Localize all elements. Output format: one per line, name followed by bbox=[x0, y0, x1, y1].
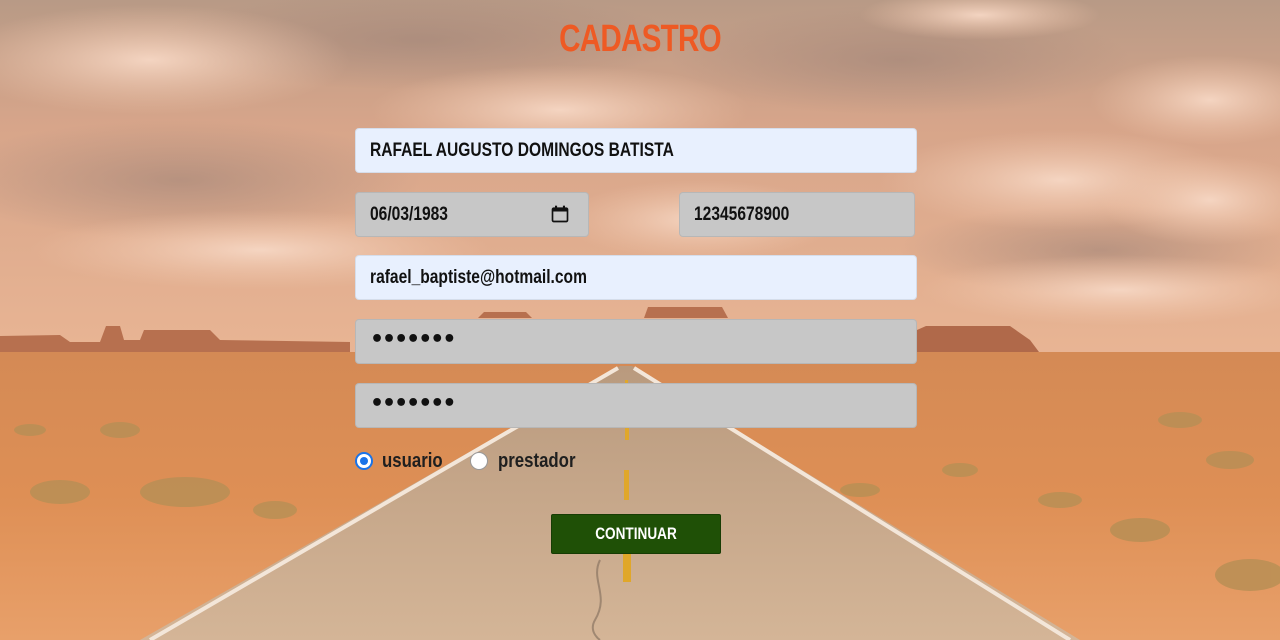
email-input[interactable]: rafael_baptiste@hotmail.com bbox=[355, 255, 917, 300]
calendar-icon[interactable] bbox=[550, 204, 570, 224]
continue-button[interactable]: CONTINUAR bbox=[551, 514, 721, 554]
radio-prestador[interactable] bbox=[470, 452, 488, 470]
page-title: CADASTRO bbox=[559, 18, 721, 60]
radio-usuario-label[interactable]: usuario bbox=[382, 450, 443, 473]
confirm-password-mask: ••••••• bbox=[370, 391, 456, 416]
cpf-input[interactable]: 12345678900 bbox=[679, 192, 915, 237]
cpf-value: 12345678900 bbox=[694, 203, 790, 225]
continue-button-label: CONTINUAR bbox=[595, 524, 677, 543]
birthdate-value: 06/03/1983 bbox=[370, 203, 448, 225]
password-mask: ••••••• bbox=[370, 327, 456, 352]
radio-usuario[interactable] bbox=[355, 452, 373, 470]
confirm-password-input[interactable]: ••••••• bbox=[355, 383, 917, 428]
email-value: rafael_baptiste@hotmail.com bbox=[370, 266, 587, 288]
password-input[interactable]: ••••••• bbox=[355, 319, 917, 364]
birthdate-input[interactable]: 06/03/1983 bbox=[355, 192, 589, 237]
radio-prestador-label[interactable]: prestador bbox=[498, 450, 575, 473]
full-name-value: RAFAEL AUGUSTO DOMINGOS BATISTA bbox=[370, 139, 674, 161]
user-type-radio-group: usuario prestador bbox=[355, 449, 590, 473]
full-name-input[interactable]: RAFAEL AUGUSTO DOMINGOS BATISTA bbox=[355, 128, 917, 173]
